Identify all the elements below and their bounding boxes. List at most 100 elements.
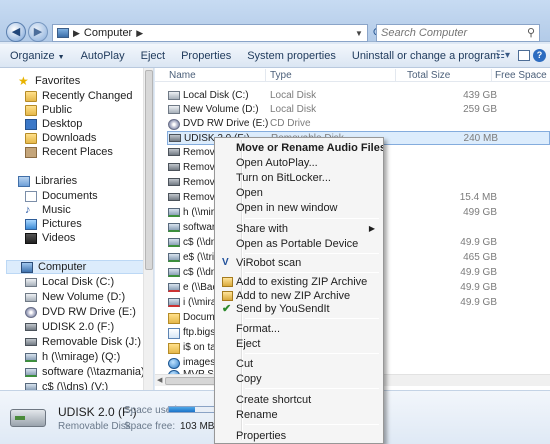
nav-item-pictures[interactable]: Pictures: [25, 217, 82, 231]
table-row[interactable]: New Volume (D:) Local Disk 259 GB: [167, 103, 550, 117]
chevron-down-icon: ▼: [57, 53, 65, 61]
nav-item-public[interactable]: Public: [25, 103, 72, 117]
column-free-space[interactable]: Free Space: [495, 70, 547, 81]
virobot-icon: V: [222, 257, 229, 268]
nav-item-music[interactable]: ♪ Music: [25, 203, 71, 217]
videos-icon: [25, 232, 37, 244]
menu-item-rename[interactable]: Rename: [217, 408, 381, 422]
nav-item-documents[interactable]: Documents: [25, 189, 98, 203]
nav-item-mirage-q[interactable]: h (\\mirage) (Q:): [25, 350, 120, 364]
menu-item-open-new-window[interactable]: Open in new window: [217, 201, 381, 215]
nav-item-recent-places[interactable]: Recent Places: [25, 145, 113, 159]
menu-separator: [245, 272, 379, 273]
forward-button[interactable]: ▶: [28, 22, 48, 42]
views-icon[interactable]: ☷▾: [496, 50, 510, 61]
folder-icon: [168, 313, 180, 324]
nav-item-local-disk-c[interactable]: Local Disk (C:): [25, 275, 114, 289]
search-icon[interactable]: ⚲: [523, 25, 539, 41]
row-total-size: 259 GB: [463, 104, 497, 115]
menu-item-format[interactable]: Format...: [217, 322, 381, 336]
column-name[interactable]: Name: [169, 70, 196, 81]
nav-item-label: h (\\mirage) (Q:): [42, 351, 121, 363]
row-total-size: 49.9 GB: [460, 267, 497, 278]
uninstall-button[interactable]: Uninstall or change a program: [352, 50, 499, 62]
menu-item-add-new-zip[interactable]: Add to new ZIP Archive: [217, 289, 381, 303]
menu-item-copy[interactable]: Copy: [217, 372, 381, 386]
nav-computer[interactable]: Computer: [6, 260, 144, 274]
nav-libraries[interactable]: Libraries: [18, 174, 77, 188]
menu-item-label: Add to new ZIP Archive: [236, 290, 351, 302]
nav-item-label: UDISK 2.0 (F:): [42, 321, 115, 333]
menu-item-properties[interactable]: Properties: [217, 429, 381, 443]
menu-separator: [245, 318, 379, 319]
column-header-row: Name Type Total Size Free Space: [155, 68, 550, 82]
column-total-size[interactable]: Total Size: [407, 70, 450, 81]
nav-item-new-volume-d[interactable]: New Volume (D:): [25, 290, 125, 304]
help-icon[interactable]: ?: [533, 49, 546, 62]
nav-item-label: Downloads: [42, 132, 97, 144]
row-name: New Volume (D:): [183, 104, 259, 115]
eject-button[interactable]: Eject: [141, 50, 165, 62]
back-button[interactable]: ◀: [6, 22, 26, 42]
menu-item-create-shortcut[interactable]: Create shortcut: [217, 393, 381, 407]
nav-scrollbar-thumb[interactable]: [145, 70, 153, 270]
menu-separator: [245, 353, 379, 354]
menu-item-label: Add to existing ZIP Archive: [236, 276, 368, 288]
menu-item-move-rename-audio[interactable]: Move or Rename Audio Files: [217, 141, 383, 155]
nav-item-udisk-f[interactable]: UDISK 2.0 (F:): [25, 320, 114, 334]
nav-item-videos[interactable]: Videos: [25, 231, 75, 245]
organize-button[interactable]: Organize ▼: [10, 50, 65, 62]
nav-item-recently-changed[interactable]: Recently Changed: [25, 89, 133, 103]
table-row[interactable]: Local Disk (C:) Local Disk 439 GB: [167, 89, 550, 103]
column-divider[interactable]: [265, 69, 266, 81]
menu-item-open-portable-device[interactable]: Open as Portable Device: [217, 237, 381, 251]
menu-item-send-yousendit[interactable]: ✔ Send by YouSendIt: [217, 302, 381, 316]
menu-item-share-with[interactable]: Share with ▶: [217, 222, 381, 236]
nav-item-dvd-drive-e[interactable]: DVD RW Drive (E:): [25, 305, 136, 319]
nav-item-downloads[interactable]: Downloads: [25, 131, 96, 145]
nav-libraries-label: Libraries: [35, 175, 78, 187]
nav-item-label: Public: [42, 104, 72, 116]
nav-scrollbar[interactable]: [143, 68, 153, 390]
usb-drive-icon: [25, 338, 37, 346]
table-row[interactable]: DVD RW Drive (E:) CD Drive: [167, 117, 550, 131]
column-type[interactable]: Type: [270, 70, 292, 81]
preview-pane-icon[interactable]: [518, 50, 530, 61]
row-total-size: 49.9 GB: [460, 297, 497, 308]
nav-item-removable-j[interactable]: Removable Disk (J:): [25, 335, 141, 349]
menu-item-open-autoplay[interactable]: Open AutoPlay...: [217, 156, 381, 170]
documents-icon: [25, 190, 37, 202]
system-properties-button[interactable]: System properties: [247, 50, 336, 62]
column-divider[interactable]: [491, 69, 492, 81]
nav-item-dns-v[interactable]: c$ (\\dns) (V:): [25, 380, 108, 390]
menu-item-open[interactable]: Open: [217, 186, 381, 200]
nav-favorites[interactable]: ★ Favorites: [18, 74, 80, 88]
column-divider[interactable]: [395, 69, 396, 81]
network-drive-icon: [168, 208, 180, 217]
title-bar: ◀ ▶ ▶ Computer ▶ ▼ ⟳ ⚲: [0, 0, 550, 42]
address-dropdown-icon[interactable]: ▼: [351, 29, 367, 38]
search-input[interactable]: [381, 25, 521, 41]
computer-icon: [21, 261, 33, 273]
menu-item-turn-on-bitlocker[interactable]: Turn on BitLocker...: [217, 171, 381, 185]
autoplay-button[interactable]: AutoPlay: [81, 50, 125, 62]
menu-item-add-existing-zip[interactable]: Add to existing ZIP Archive: [217, 275, 381, 289]
nav-item-tazmania-r[interactable]: software (\\tazmania) (R:): [25, 365, 153, 379]
menu-item-cut[interactable]: Cut: [217, 357, 381, 371]
nav-item-desktop[interactable]: Desktop: [25, 117, 82, 131]
scroll-left-icon[interactable]: ◀: [157, 376, 162, 384]
details-drive-type: Removable Disk: [58, 421, 131, 432]
row-total-size: 465 GB: [463, 252, 497, 263]
menu-item-eject[interactable]: Eject: [217, 337, 381, 351]
nav-favorites-label: Favorites: [35, 75, 81, 87]
menu-item-virobot-scan[interactable]: V ViRobot scan: [217, 256, 381, 270]
space-used-bar: [168, 406, 216, 413]
row-total-size: 49.9 GB: [460, 282, 497, 293]
properties-button[interactable]: Properties: [181, 50, 231, 62]
hard-disk-icon: [168, 91, 180, 100]
disconnected-network-drive-icon: [168, 283, 180, 292]
address-bar[interactable]: ▶ Computer ▶ ▼: [52, 24, 368, 42]
search-box[interactable]: ⚲: [376, 24, 540, 42]
breadcrumb-computer[interactable]: Computer: [84, 27, 132, 39]
zip-archive-icon: [222, 277, 233, 287]
